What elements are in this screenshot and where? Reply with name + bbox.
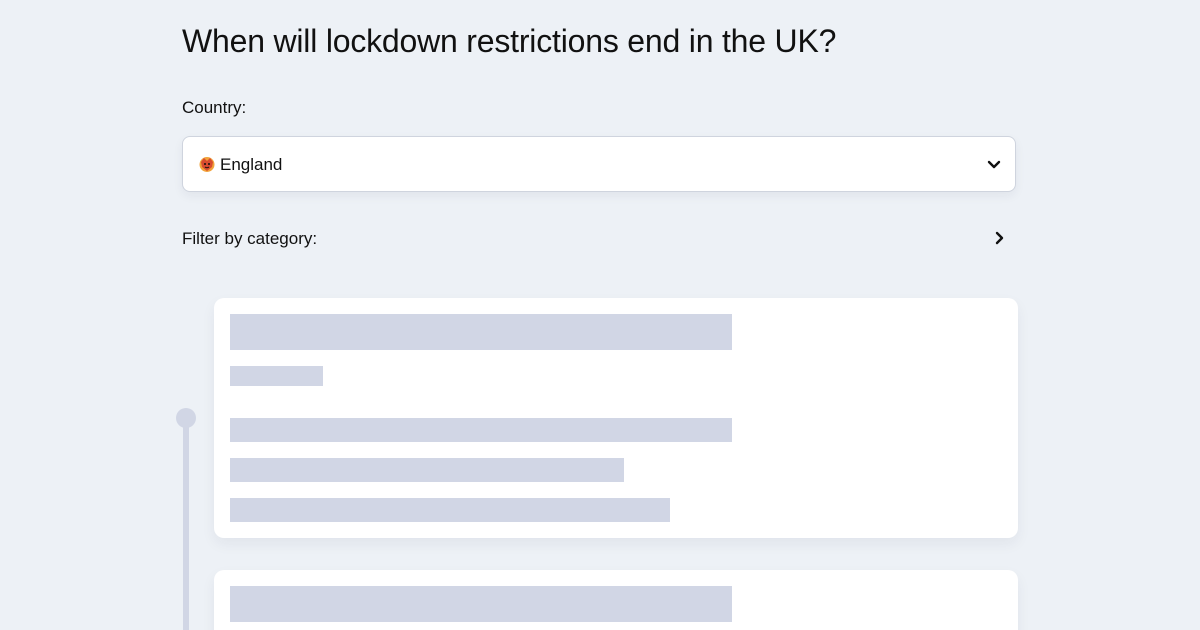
skeleton-line	[230, 458, 624, 482]
restriction-card-placeholder	[214, 298, 1018, 538]
chevron-down-icon	[987, 160, 1001, 169]
country-label: Country:	[182, 98, 247, 117]
category-filter-toggle[interactable]: Filter by category:	[182, 226, 1016, 252]
country-select[interactable]: England	[182, 136, 1016, 192]
timeline-line	[183, 424, 189, 630]
skeleton-title	[230, 586, 732, 622]
skeleton-line	[230, 418, 732, 442]
england-flag-icon	[199, 157, 215, 172]
restriction-card-placeholder	[214, 570, 1018, 630]
filter-label: Filter by category:	[182, 229, 318, 248]
skeleton-title	[230, 314, 732, 350]
page-title: When will lockdown restrictions end in t…	[182, 23, 837, 59]
restrictions-page: When will lockdown restrictions end in t…	[0, 0, 1200, 630]
skeleton-line	[230, 498, 670, 522]
skeleton-date	[230, 366, 323, 386]
chevron-right-icon	[995, 231, 1004, 245]
country-select-value: England	[220, 155, 283, 174]
